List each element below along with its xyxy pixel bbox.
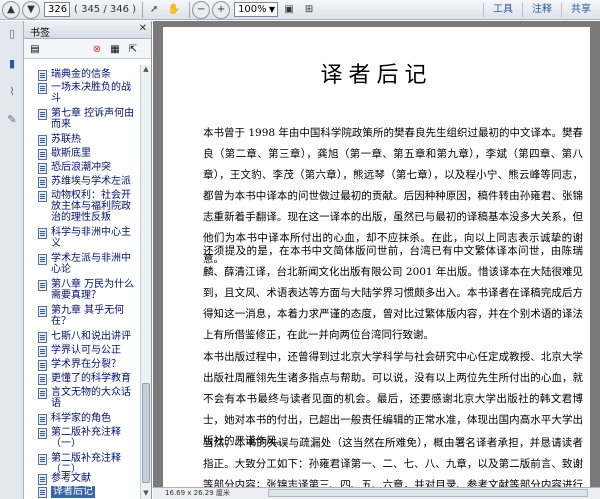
- document-icon: [38, 254, 47, 265]
- page-thumbnails-icon[interactable]: ▯: [4, 25, 20, 41]
- bookmarks-toolbar: ▤ ⊗ ▦ ⇱: [24, 39, 151, 59]
- bookmarks-panel: 书签 ✕ ▤ ⊗ ▦ ⇱ 瑞典金的信条 一场未决胜负的战斗 第七章 控诉声何由而…: [24, 21, 152, 499]
- list-item[interactable]: 第二版补充注释（一）: [38, 427, 138, 449]
- toolbar-divider: [189, 1, 191, 18]
- select-tool-icon[interactable]: ➚: [145, 1, 163, 19]
- list-item[interactable]: 歇斯底里: [38, 148, 138, 160]
- bookmarks-panel-title: 书签: [30, 28, 50, 39]
- hand-tool-icon[interactable]: ✋: [165, 1, 183, 19]
- zoom-value: 100%: [238, 4, 267, 15]
- document-icon: [38, 163, 47, 174]
- list-item[interactable]: 参考文献: [38, 473, 138, 485]
- document-icon: [38, 374, 47, 385]
- document-icon: [38, 454, 47, 465]
- document-icon: [38, 414, 47, 425]
- list-item[interactable]: 言文无物的大众话语: [38, 387, 138, 409]
- list-item[interactable]: 一场未决胜负的战斗: [38, 82, 138, 104]
- list-item[interactable]: 七斯八和说出讲评: [38, 331, 138, 343]
- document-icon: [38, 149, 47, 160]
- list-item[interactable]: 科学家的角色: [38, 413, 138, 425]
- document-icon: [38, 332, 47, 343]
- toolbar-right-links: 工具 注释 共享: [483, 0, 600, 20]
- document-page: 译者后记 本书曾于 1998 年由中国科学院政策所的樊春良先生组织过最初的中文译…: [163, 27, 590, 487]
- bookmarks-panel-header: 书签 ✕: [24, 21, 151, 39]
- page-count-label: ( 345 / 346 ): [74, 4, 137, 15]
- page-number-input[interactable]: 326: [44, 2, 70, 17]
- paragraph: 当然，本书的失误与疏漏处（这当然在所难免），概由署名译者承担，并恳请读者指正。大…: [203, 437, 583, 487]
- bookmark-list: 瑞典金的信条 一场未决胜负的战斗 第七章 控诉声何由而来 苏联热 歇斯底里 恐后…: [24, 65, 140, 499]
- document-icon: [38, 135, 47, 146]
- list-item[interactable]: 更懂了的科学教育: [38, 373, 138, 385]
- list-item[interactable]: 瑞典金的信条: [38, 69, 138, 81]
- document-icon: [38, 228, 47, 239]
- list-item[interactable]: 学术左派与非洲中心论: [38, 253, 138, 275]
- attachment-icon[interactable]: ⌇: [4, 83, 20, 99]
- document-icon: [38, 177, 47, 188]
- next-page-button[interactable]: ▼: [22, 0, 40, 19]
- list-item[interactable]: 动物权利：社会开放主体与福利院政治的理性反叛: [38, 190, 138, 223]
- document-icon: [38, 346, 47, 357]
- document-icon: [38, 388, 47, 399]
- list-item[interactable]: 恐后浪潮冲突: [38, 162, 138, 174]
- document-viewer[interactable]: 译者后记 本书曾于 1998 年由中国科学院政策所的樊春良先生组织过最初的中文译…: [153, 21, 600, 487]
- navigation-strip: ▯ ▮ ⌇ ✎: [0, 21, 24, 499]
- document-icon: [38, 83, 47, 94]
- previous-page-button[interactable]: ▲: [2, 0, 20, 19]
- document-icon: [38, 191, 47, 202]
- list-item[interactable]: 学界认可与公正: [38, 345, 138, 357]
- scroll-down-icon[interactable]: ▼: [142, 489, 150, 498]
- share-link[interactable]: 共享: [561, 3, 600, 17]
- document-icon: [38, 428, 47, 439]
- page-size-label: 16.69 x 26.29 厘米: [165, 489, 230, 497]
- signature-icon[interactable]: ✎: [4, 111, 20, 127]
- bookmarks-icon[interactable]: ▮: [4, 55, 20, 71]
- list-item[interactable]: 苏维埃与学术左派: [38, 176, 138, 188]
- fit-page-icon[interactable]: ▣: [280, 1, 298, 19]
- zoom-select[interactable]: 100% ▼: [234, 2, 279, 17]
- horizontal-scrollbar[interactable]: [268, 489, 588, 497]
- new-bookmark-icon[interactable]: ▦: [108, 42, 122, 56]
- page-title: 译者后记: [320, 63, 433, 88]
- document-icon: [38, 474, 47, 485]
- list-item[interactable]: 第九章 其乎无何在？: [38, 305, 138, 327]
- scrollbar-thumb[interactable]: [142, 383, 150, 483]
- document-icon: [38, 70, 47, 81]
- main-toolbar: ▲ ▼ 326 ( 345 / 346 ) ➚ ✋ − + 100% ▼ ▣ ⊞ …: [0, 0, 600, 20]
- chevron-down-icon: ▼: [268, 5, 276, 14]
- list-item[interactable]: 学术界在分裂？: [38, 359, 138, 371]
- close-icon[interactable]: ✕: [139, 23, 147, 34]
- document-icon: [38, 487, 47, 498]
- zoom-in-button[interactable]: +: [212, 0, 231, 19]
- list-item[interactable]: 第七章 控诉声何由而来: [38, 108, 138, 130]
- list-item[interactable]: 第八章 万民为什么需要真理？: [38, 279, 138, 301]
- document-icon: [38, 306, 47, 317]
- tools-link[interactable]: 工具: [483, 3, 522, 17]
- expand-icon[interactable]: ⇱: [126, 42, 140, 56]
- document-icon: [38, 280, 47, 291]
- toolbar-divider: [142, 1, 144, 18]
- zoom-out-button[interactable]: −: [192, 0, 211, 19]
- list-item[interactable]: 科学与非洲中心主义: [38, 227, 138, 249]
- scroll-up-icon[interactable]: ▲: [142, 65, 150, 74]
- document-icon: [38, 360, 47, 371]
- fit-width-icon[interactable]: ⊞: [300, 1, 318, 19]
- list-item-selected[interactable]: 译者后记: [38, 486, 138, 498]
- comment-link[interactable]: 注释: [522, 3, 561, 17]
- bookmark-scrollbar[interactable]: ▲ ▼: [140, 65, 151, 499]
- list-item[interactable]: 第二版补充注释（二）: [38, 453, 138, 475]
- delete-icon[interactable]: ⊗: [90, 42, 104, 56]
- document-icon: [38, 109, 47, 120]
- list-item[interactable]: 苏联热: [38, 134, 138, 146]
- options-icon[interactable]: ▤: [28, 42, 42, 56]
- paragraph: 还须提及的是，在本书中文简体版问世前，台湾已有中文繁体译本问世，由陈瑞麟、薛清江…: [203, 245, 583, 341]
